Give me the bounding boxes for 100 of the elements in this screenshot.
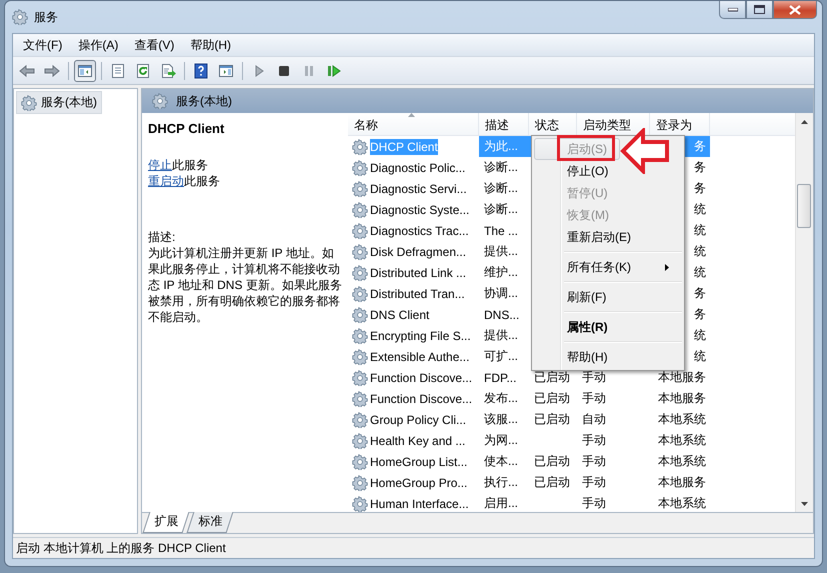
- table-cell: 手动: [582, 370, 606, 384]
- table-cell-text: 可扩...: [483, 348, 520, 365]
- menu-option[interactable]: 属性(R): [534, 316, 682, 338]
- service-icon: [352, 222, 368, 238]
- table-cell[interactable]: Function Discove...: [370, 392, 472, 406]
- minimize-icon: [728, 8, 738, 12]
- table-cell-text: 为网...: [483, 432, 520, 449]
- table-cell: 手动: [582, 475, 606, 489]
- table-cell[interactable]: Diagnostics Trac...: [370, 224, 469, 238]
- menu-option[interactable]: 重新启动(E): [534, 226, 682, 248]
- service-icon: [352, 474, 368, 490]
- view-tab[interactable]: 扩展: [142, 512, 190, 533]
- table-cell: 已启动: [534, 454, 570, 468]
- table-cell: 本地系统: [658, 454, 706, 468]
- console-tree-icon: [77, 62, 93, 78]
- table-cell: 本地服务: [658, 391, 706, 405]
- table-cell[interactable]: Diagnostic Polic...: [370, 160, 466, 174]
- action-text: 重启动此服务: [148, 173, 221, 189]
- table-cell[interactable]: DNS Client: [370, 308, 430, 322]
- table-cell[interactable]: HomeGroup List...: [370, 454, 468, 468]
- gear-icon: [152, 93, 168, 109]
- table-cell: 务: [694, 138, 706, 155]
- menu-item[interactable]: 查看(V): [128, 34, 180, 56]
- table-cell-text: 执行...: [483, 474, 520, 491]
- view-tab[interactable]: 标准: [186, 512, 234, 533]
- table-cell: 统: [694, 202, 706, 216]
- service-icon: [352, 454, 368, 470]
- menu-option[interactable]: 帮助(H): [534, 346, 682, 368]
- refresh-icon: [135, 62, 151, 78]
- close-icon: [789, 4, 801, 14]
- table-cell[interactable]: Disk Defragmen...: [370, 244, 466, 258]
- resume-icon: [326, 62, 342, 78]
- window-title: 服务: [34, 8, 58, 26]
- table-cell: 为此...: [479, 136, 529, 157]
- status-text: 启动 本地计算机 上的服务 DHCP Client: [16, 540, 226, 556]
- table-cell: 本地系统: [658, 496, 706, 510]
- gear-icon: [21, 94, 37, 110]
- service-icon: [352, 244, 368, 260]
- tree-item[interactable]: 服务(本地): [16, 91, 102, 114]
- service-icon: [352, 390, 368, 406]
- scrollbar[interactable]: [795, 113, 813, 512]
- table-cell-text: 诊断...: [483, 180, 520, 197]
- table-cell: 本地系统: [658, 412, 706, 426]
- action-link[interactable]: 重启动: [148, 174, 184, 188]
- service-icon: [352, 160, 368, 176]
- column-header[interactable]: 描述: [479, 113, 529, 135]
- minimize-button[interactable]: [719, 1, 746, 19]
- table-cell[interactable]: Diagnostic Servi...: [370, 182, 467, 196]
- scroll-down-icon[interactable]: [801, 502, 808, 506]
- table-cell: 统: [694, 244, 706, 258]
- table-cell[interactable]: Health Key and ...: [370, 434, 466, 448]
- menu-option[interactable]: 停止(O): [534, 160, 682, 182]
- menu-option[interactable]: 刷新(F): [534, 286, 682, 308]
- menu-item[interactable]: 操作(A): [72, 34, 124, 56]
- table-cell[interactable]: HomeGroup Pro...: [370, 476, 468, 490]
- table-cell[interactable]: Distributed Tran...: [370, 286, 465, 300]
- table-cell[interactable]: Encrypting File S...: [370, 328, 471, 342]
- back-arrow-icon: [19, 62, 35, 78]
- table-cell: 务: [694, 307, 706, 321]
- table-cell[interactable]: Function Discove...: [370, 370, 472, 384]
- toolbar-button[interactable]: [74, 60, 96, 82]
- table-cell-text: 发布...: [483, 390, 520, 407]
- forward-arrow-icon: [44, 62, 60, 78]
- table-cell[interactable]: Extensible Authe...: [370, 350, 470, 364]
- service-icon: [352, 348, 368, 364]
- table-cell[interactable]: Human Interface...: [370, 496, 469, 510]
- table-cell-text: 该服...: [483, 411, 520, 428]
- table-cell: 统: [694, 265, 706, 279]
- table-cell-text: FDP...: [483, 370, 518, 384]
- menu-item[interactable]: 帮助(H): [184, 34, 237, 56]
- table-cell: 本地服务: [658, 475, 706, 489]
- table-cell[interactable]: Group Policy Cli...: [370, 412, 466, 426]
- table-cell-text: 协调...: [483, 285, 520, 302]
- table-cell: 手动: [582, 454, 606, 468]
- table-cell: 手动: [582, 496, 606, 510]
- scroll-up-icon[interactable]: [801, 120, 808, 124]
- scroll-thumb[interactable]: [797, 184, 811, 228]
- table-cell: 务: [694, 286, 706, 300]
- table-cell[interactable]: Distributed Link ...: [370, 266, 466, 280]
- table-cell: 统: [694, 328, 706, 342]
- maximize-icon: [754, 5, 765, 14]
- table-cell-text: The ...: [483, 224, 520, 238]
- column-header[interactable]: 名称: [348, 113, 479, 135]
- table-cell: 已启动: [534, 370, 570, 384]
- menu-item[interactable]: 文件(F): [17, 34, 68, 56]
- menu-option[interactable]: 所有任务(K): [534, 256, 682, 278]
- service-title: DHCP Client: [148, 121, 226, 137]
- maximize-button[interactable]: [746, 1, 773, 19]
- table-cell[interactable]: Diagnostic Syste...: [370, 202, 470, 216]
- table-cell: 本地系统: [658, 433, 706, 447]
- action-link[interactable]: 停止: [148, 158, 172, 172]
- close-button[interactable]: [773, 1, 817, 19]
- table-cell: 务: [694, 160, 706, 174]
- table-cell: 自动: [582, 412, 606, 426]
- service-icon: [352, 370, 368, 386]
- table-cell: 手动: [582, 433, 606, 447]
- table-cell: 已启动: [534, 391, 570, 405]
- service-icon: [352, 138, 368, 154]
- table-cell-text: DNS...: [483, 308, 520, 322]
- export-icon: [160, 62, 176, 78]
